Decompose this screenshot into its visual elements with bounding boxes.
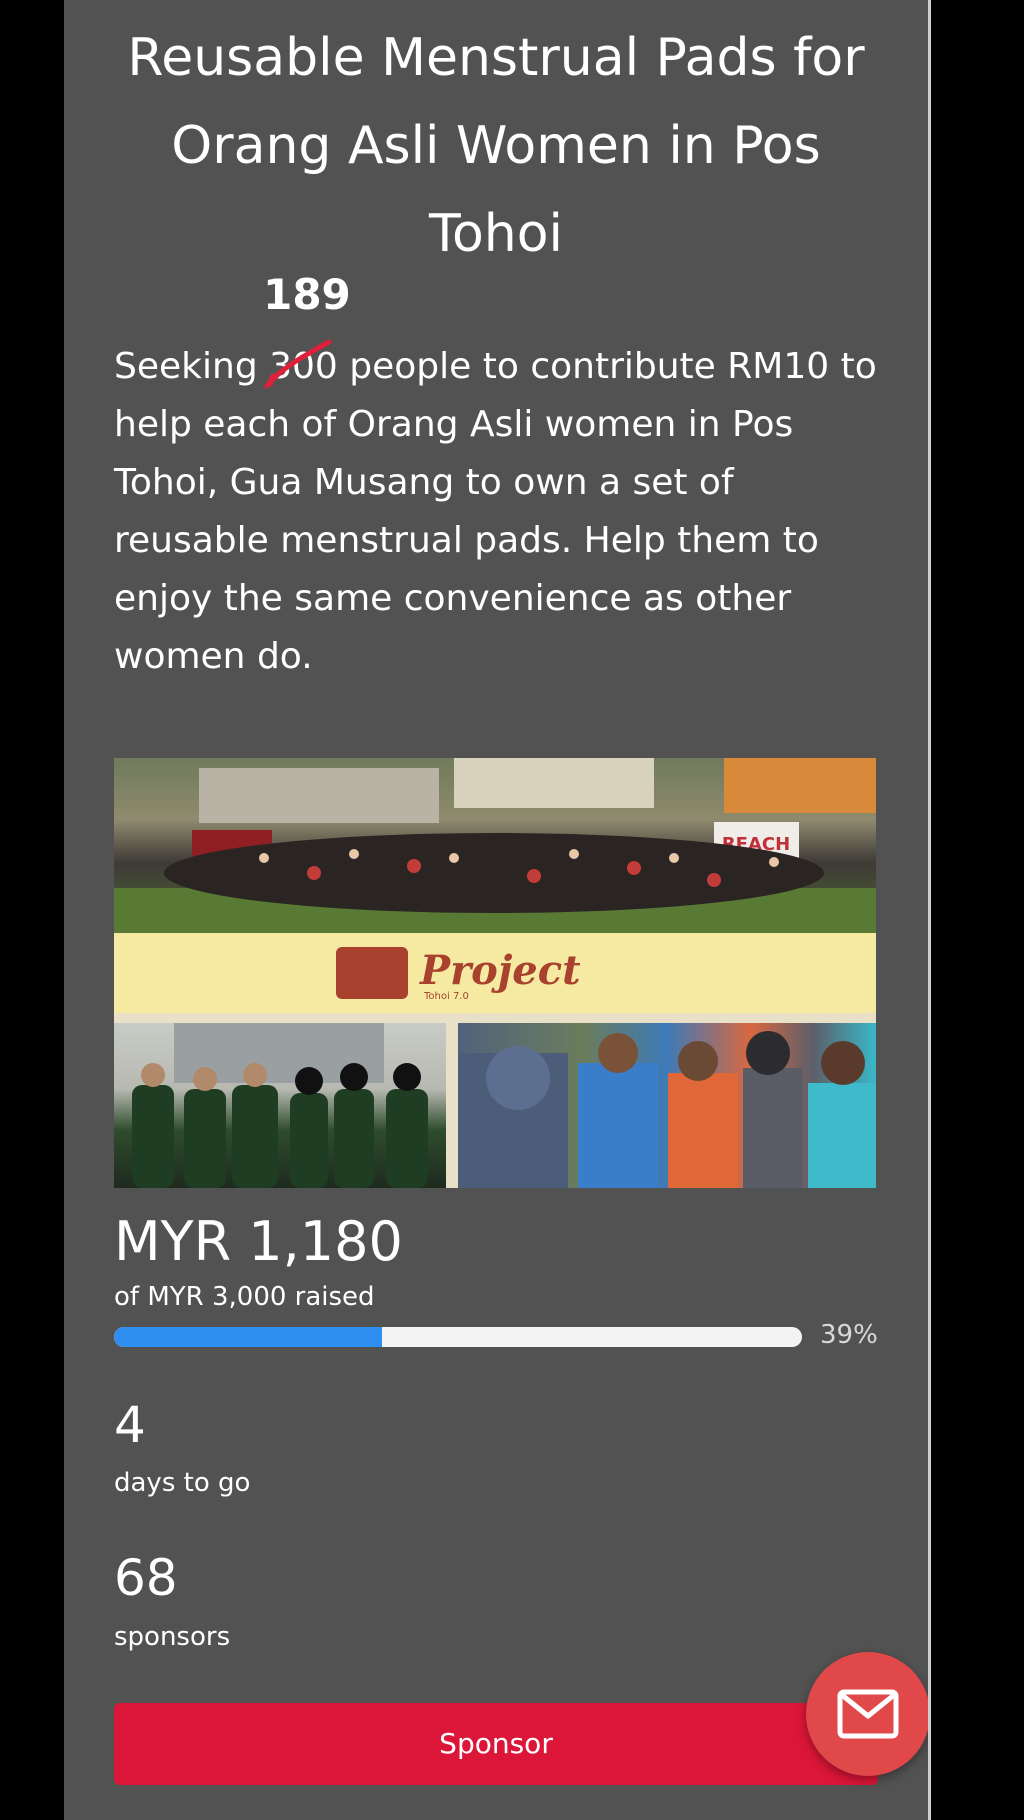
group-photo-art: REACH [114, 758, 876, 933]
group-photo: REACH [114, 758, 876, 933]
campaign-title: Reusable Menstrual Pads for Orang Asli W… [127, 28, 865, 264]
funding-progress-bar [114, 1327, 802, 1347]
envelope-icon [837, 1689, 899, 1739]
handwritten-number: 189 [263, 270, 351, 319]
team-photo [114, 1023, 446, 1188]
amount-raised: MYR 1,180 [114, 1210, 403, 1273]
funding-percent: 39% [820, 1320, 878, 1350]
sponsors-count: 68 [114, 1549, 178, 1607]
funding-goal: of MYR 3,000 raised [114, 1282, 375, 1312]
community-photo-art [458, 1031, 876, 1188]
project-banner: Project Tohoi 7.0 [114, 933, 876, 1013]
project-banner-text: Project [420, 947, 581, 994]
struck-number-wrapper: 300 189 [263, 270, 351, 396]
struck-number: 300 [269, 346, 338, 387]
message-button[interactable] [806, 1652, 930, 1776]
days-to-go-label: days to go [114, 1468, 251, 1498]
campaign-image: REACH Project Tohoi 7.0 [114, 758, 876, 1188]
community-photo [458, 1023, 876, 1188]
sponsors-label: sponsors [114, 1622, 231, 1652]
sponsor-button[interactable]: Sponsor [114, 1703, 878, 1785]
campaign-description: Seeking 300 189 people to contribute RM10… [114, 270, 894, 686]
funding-progress-fill [114, 1327, 383, 1347]
page-edge-divider [928, 0, 931, 1820]
description-prefix: Seeking [114, 346, 270, 387]
project-logo-icon [336, 947, 408, 999]
description-suffix: people to contribute RM10 to help each o… [114, 346, 877, 677]
team-photo-art [132, 1023, 428, 1188]
days-to-go-value: 4 [114, 1396, 146, 1454]
project-banner-subtext: Tohoi 7.0 [424, 991, 469, 1002]
campaign-page: Reusable Menstrual Pads for Orang Asli W… [64, 0, 930, 1820]
